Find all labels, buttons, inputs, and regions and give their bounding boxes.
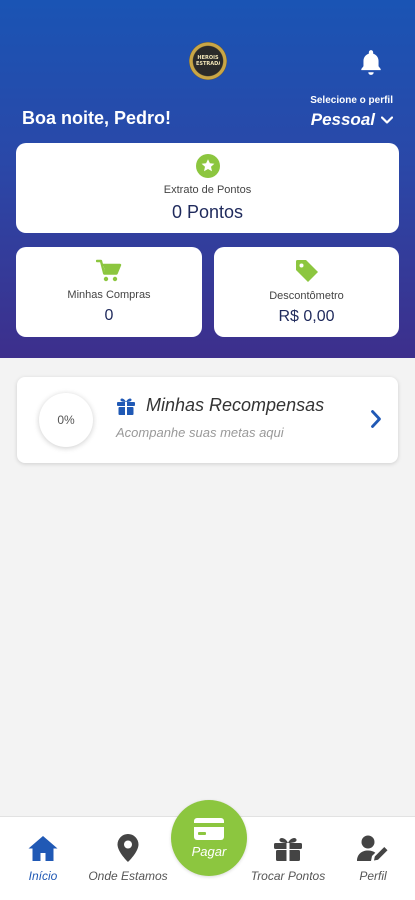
purchases-value: 0 — [104, 307, 114, 324]
my-rewards-card[interactable]: 0% Minhas Recompensas Acompanhe suas met… — [17, 377, 398, 463]
greeting-text: Boa noite, Pedro! — [22, 108, 172, 128]
credit-card-icon — [194, 817, 224, 840]
nav-home-label: Início — [28, 869, 58, 883]
logo-text: HERÓIS ESTRADA — [196, 55, 220, 67]
nav-exchange-points[interactable]: Trocar Pontos — [242, 817, 334, 900]
nav-home[interactable]: Início — [16, 817, 70, 900]
nav-profile-label: Perfil — [359, 869, 387, 883]
chevron-right-icon[interactable] — [370, 409, 382, 429]
discount-value: R$ 0,00 — [278, 308, 335, 325]
brand-logo: HERÓIS ESTRADA — [189, 42, 227, 80]
discount-meter-card[interactable]: Descontômetro R$ 0,00 — [214, 247, 399, 337]
my-purchases-card[interactable]: Minhas Compras 0 — [16, 247, 202, 337]
gift-icon — [274, 837, 302, 861]
discount-label: Descontômetro — [269, 290, 344, 302]
gift-icon — [117, 397, 135, 415]
nav-where-we-are[interactable]: Onde Estamos — [80, 817, 176, 900]
map-pin-icon — [117, 834, 139, 862]
rewards-progress-text: 0% — [57, 413, 75, 427]
nav-profile[interactable]: Perfil — [350, 817, 396, 900]
home-icon — [28, 836, 58, 861]
nav-where-label: Onde Estamos — [88, 869, 168, 883]
rewards-progress-circle: 0% — [39, 393, 93, 447]
points-label: Extrato de Pontos — [163, 183, 252, 196]
pay-button[interactable]: Pagar — [171, 800, 247, 876]
points-value: 0 Pontos — [171, 201, 244, 222]
profile-selector-label: Selecione o perfil — [310, 95, 393, 106]
user-edit-icon — [357, 835, 388, 861]
rewards-subtitle: Acompanhe suas metas aqui — [116, 425, 284, 440]
shopping-cart-icon — [96, 259, 122, 282]
points-statement-card[interactable]: Extrato de Pontos 0 Pontos — [16, 143, 399, 233]
bell-icon[interactable] — [358, 48, 384, 76]
purchases-label: Minhas Compras — [67, 289, 151, 301]
profile-selector[interactable]: Pessoal — [311, 110, 393, 130]
price-tag-icon — [295, 260, 318, 282]
nav-exchange-label: Trocar Pontos — [250, 869, 326, 883]
rewards-title-row: Minhas Recompensas — [116, 395, 324, 416]
rewards-title: Minhas Recompensas — [146, 395, 325, 415]
pay-label: Pagar — [191, 843, 227, 859]
profile-selector-value: Pessoal — [310, 110, 375, 129]
star-icon — [195, 153, 220, 178]
chevron-down-icon — [381, 116, 393, 124]
